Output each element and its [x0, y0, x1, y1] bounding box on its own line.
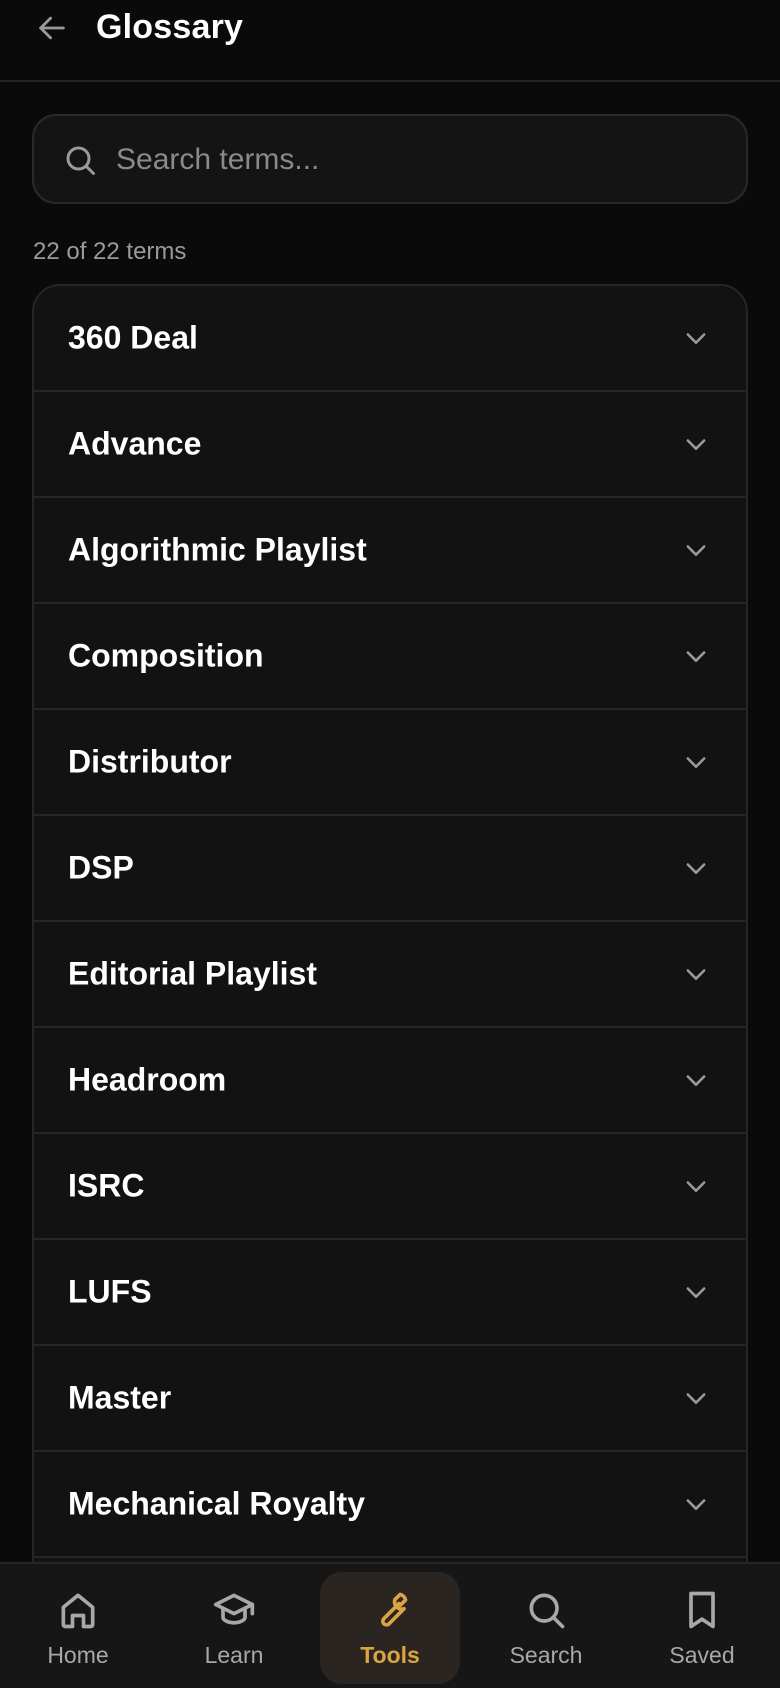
graduation-cap-icon [212, 1588, 256, 1632]
chevron-down-icon [682, 430, 710, 458]
nav-item-search[interactable]: Search [476, 1572, 616, 1684]
glossary-term-label: DSP [68, 849, 134, 886]
chevron-down-icon [682, 854, 710, 882]
chevron-down-icon [682, 1490, 710, 1518]
glossary-term-row[interactable]: 360 Deal [34, 286, 746, 392]
nav-item-home[interactable]: Home [8, 1572, 148, 1684]
nav-label: Saved [669, 1641, 735, 1668]
glossary-term-label: Advance [68, 425, 202, 462]
glossary-term-label: LUFS [68, 1273, 152, 1310]
glossary-term-row[interactable]: Composition [34, 604, 746, 710]
search-input[interactable] [116, 134, 726, 186]
glossary-term-label: ISRC [68, 1167, 145, 1204]
glossary-term-row[interactable]: Master [34, 1346, 746, 1452]
glossary-term-label: Editorial Playlist [68, 955, 317, 992]
term-list: 360 Deal Advance Algorithmic Playlist Compo… [32, 284, 748, 1688]
chevron-down-icon [682, 536, 710, 564]
glossary-term-label: Composition [68, 637, 264, 674]
glossary-term-label: Distributor [68, 743, 232, 780]
chevron-down-icon [682, 1384, 710, 1412]
glossary-term-label: Headroom [68, 1061, 227, 1098]
nav-label: Learn [204, 1641, 264, 1668]
search-icon [524, 1588, 568, 1632]
glossary-term-row[interactable]: DSP [34, 816, 746, 922]
bottom-navigation: Home Learn Tools Search Saved [0, 1562, 780, 1688]
glossary-term-row[interactable]: ISRC [34, 1134, 746, 1240]
glossary-term-row[interactable]: Algorithmic Playlist [34, 498, 746, 604]
glossary-term-row[interactable]: Advance [34, 392, 746, 498]
glossary-term-label: Mechanical Royalty [68, 1485, 365, 1522]
glossary-term-label: 360 Deal [68, 319, 198, 356]
nav-item-tools[interactable]: Tools [320, 1572, 460, 1684]
top-app-bar: Glossary [0, 0, 780, 82]
term-count: 22 of 22 terms [33, 238, 187, 265]
wrench-icon [368, 1588, 412, 1632]
arrow-left-icon [39, 16, 65, 40]
chevron-down-icon [682, 1278, 710, 1306]
glossary-term-label: Master [68, 1379, 172, 1416]
back-button[interactable] [30, 6, 74, 50]
nav-item-saved[interactable]: Saved [632, 1572, 772, 1684]
glossary-term-label: Algorithmic Playlist [68, 531, 367, 568]
chevron-down-icon [682, 1066, 710, 1094]
glossary-term-row[interactable]: LUFS [34, 1240, 746, 1346]
home-icon [56, 1588, 100, 1632]
chevron-down-icon [682, 748, 710, 776]
nav-label: Home [47, 1641, 109, 1668]
search-field-icon [62, 142, 98, 178]
bookmark-icon [680, 1588, 724, 1632]
chevron-down-icon [682, 1172, 710, 1200]
page-title: Glossary [96, 8, 244, 46]
glossary-term-row[interactable]: Editorial Playlist [34, 922, 746, 1028]
glossary-term-row[interactable]: Mechanical Royalty [34, 1452, 746, 1558]
nav-label: Search [509, 1641, 583, 1668]
magnifier-icon [66, 146, 95, 175]
chevron-down-icon [682, 324, 710, 352]
nav-label: Tools [360, 1641, 420, 1668]
chevron-down-icon [682, 642, 710, 670]
search-box[interactable] [32, 114, 748, 204]
glossary-term-row[interactable]: Headroom [34, 1028, 746, 1134]
chevron-down-icon [682, 960, 710, 988]
glossary-term-row[interactable]: Distributor [34, 710, 746, 816]
nav-item-learn[interactable]: Learn [164, 1572, 304, 1684]
glossary-screen: Glossary 22 of 22 terms 360 Deal Advance A… [0, 0, 780, 1688]
